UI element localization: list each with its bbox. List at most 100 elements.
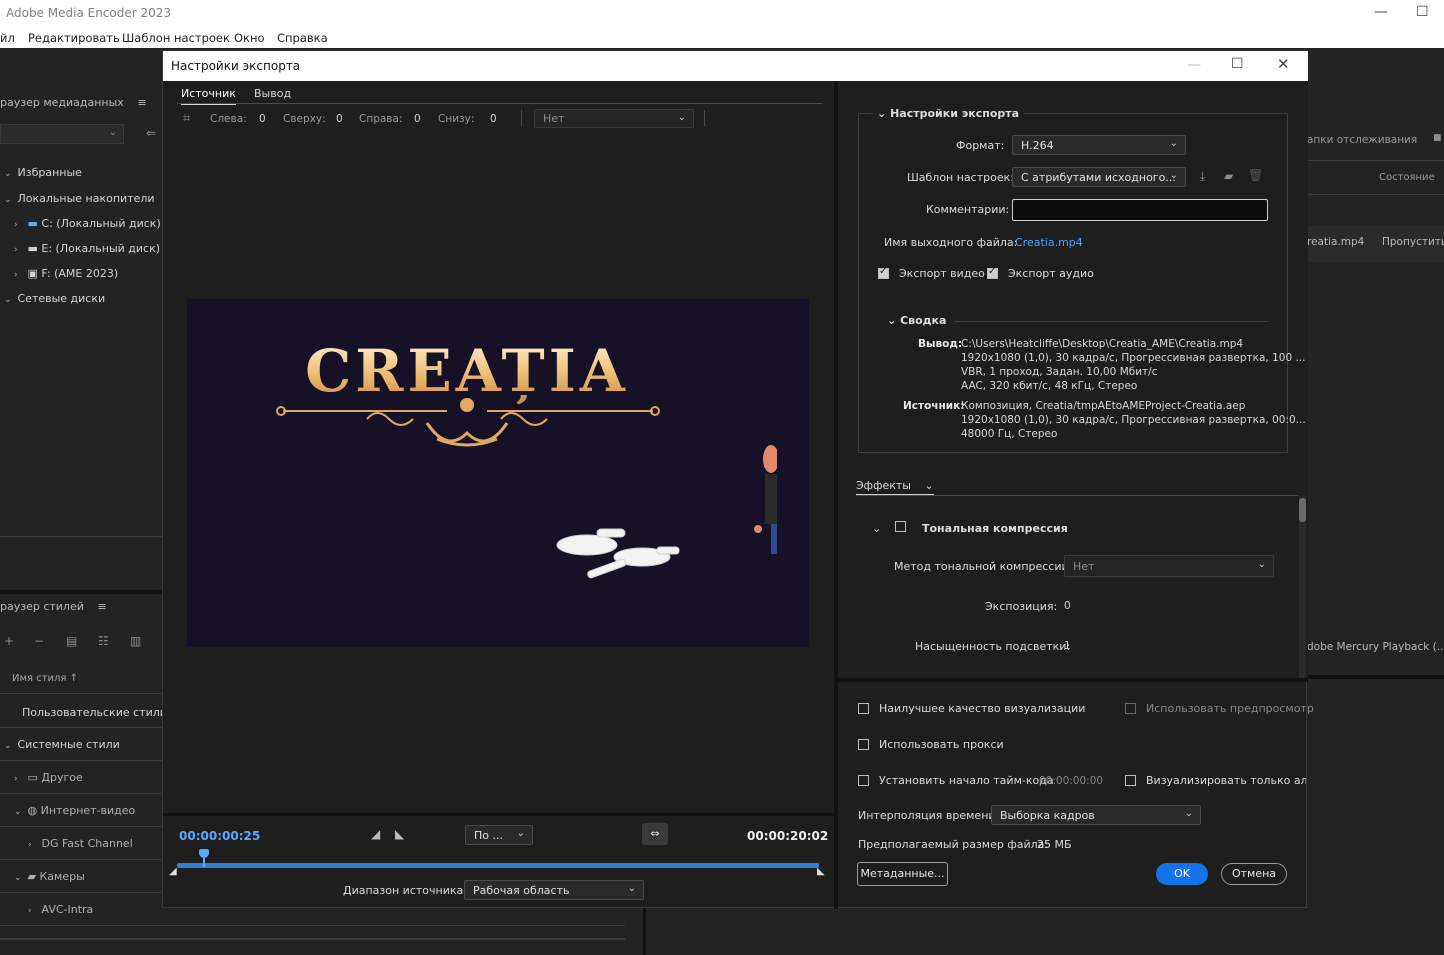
tree-other[interactable]: › ▭ Другое (14, 771, 83, 784)
use-previews-checkbox[interactable] (1125, 703, 1136, 714)
media-browser-path-dropdown[interactable]: ⌄ (0, 124, 124, 144)
ame-disc-icon: ▣ (27, 267, 38, 280)
import-icon[interactable]: ▥ (130, 634, 141, 648)
tree-web-video[interactable]: ⌄ ◍ Интернет-видео (14, 804, 135, 817)
start-timecode-checkbox[interactable] (858, 775, 869, 786)
status-header[interactable]: Состояние (1379, 172, 1435, 183)
alpha-only-checkbox[interactable] (1125, 775, 1136, 786)
divider (0, 826, 162, 827)
tree-dg-fast[interactable]: › DG Fast Channel (28, 837, 133, 850)
ok-button[interactable]: OK (1156, 863, 1208, 885)
watch-folders-tab[interactable]: апки отслеживания (1307, 134, 1417, 146)
panel-menu-icon[interactable]: ■ (1433, 133, 1442, 143)
highlight-value[interactable]: 1 (1064, 640, 1071, 652)
close-icon[interactable]: ✕ (1277, 55, 1290, 73)
effects-tab[interactable]: Эффекты ⌄ (856, 479, 934, 495)
source-range-dropdown[interactable]: Рабочая область ⌄ (464, 880, 644, 900)
tree-favorites[interactable]: ⌄ Избранные (4, 166, 82, 179)
panel-splitter[interactable] (643, 908, 646, 955)
summary-output-line: 1920x1080 (1,0), 30 кадра/с, Прогрессивн… (961, 352, 1306, 364)
delete-preset-icon[interactable]: 🗑 (1248, 168, 1263, 182)
start-timecode-value[interactable]: 00:00:00:00 (1039, 775, 1103, 787)
panel-splitter[interactable] (0, 590, 162, 594)
settings-icon[interactable]: ☷ (98, 634, 109, 648)
tree-network-drives[interactable]: ⌄ Сетевые диски (4, 292, 105, 305)
panel-splitter[interactable] (1307, 675, 1444, 679)
mark-in-icon[interactable]: ◢ (371, 827, 380, 841)
minimize-icon[interactable]: — (1374, 4, 1388, 20)
monitor-icon: ▭ (27, 771, 38, 784)
settings-scrollbar[interactable] (1299, 496, 1306, 678)
maximize-icon[interactable]: ☐ (1416, 4, 1429, 20)
aspect-toggle-icon[interactable]: ⇔ (642, 823, 668, 845)
comments-input[interactable] (1012, 199, 1268, 221)
scrollbar-track[interactable] (0, 938, 625, 940)
minimize-icon[interactable]: — (1187, 57, 1201, 73)
export-video-checkbox[interactable] (878, 266, 889, 279)
summary-header[interactable]: ⌄ Сводка (887, 314, 946, 327)
export-audio-checkbox[interactable] (987, 266, 998, 279)
summary-title: Сводка (900, 314, 947, 327)
time-interp-value: Выборка кадров (1000, 809, 1095, 822)
menu-edit[interactable]: Редактировать (28, 31, 120, 45)
mark-out-icon[interactable]: ◣ (395, 827, 404, 841)
max-quality-checkbox[interactable] (858, 703, 869, 714)
remove-icon[interactable]: − (34, 634, 44, 648)
panel-menu-icon[interactable]: ≡ (97, 600, 106, 613)
use-proxies-checkbox[interactable] (858, 739, 869, 750)
crop-left-value[interactable]: 0 (259, 113, 266, 125)
crop-right-value[interactable]: 0 (414, 113, 421, 125)
menu-file[interactable]: йл (0, 31, 15, 45)
zoom-fit-dropdown[interactable]: По ... ⌄ (465, 825, 533, 845)
tree-drive-c[interactable]: › ▬ C: (Локальный диск) (14, 217, 161, 230)
import-preset-icon[interactable]: ▰ (1224, 169, 1233, 183)
tree-drive-f[interactable]: › ▣ F: (AME 2023) (14, 267, 118, 280)
work-area-start-icon[interactable]: ◢ (169, 866, 177, 877)
chevron-down-icon: ⌄ (4, 195, 12, 205)
export-settings-header[interactable]: ⌄ Настройки экспорта (873, 107, 1024, 120)
tree-avc-intra[interactable]: › AVC-Intra (28, 903, 93, 916)
output-name-link[interactable]: Creatia.mp4 (1015, 236, 1083, 249)
tree-local-drives[interactable]: ⌄ Локальные накопители (4, 192, 155, 205)
crop-icon[interactable]: ⌗ (183, 111, 190, 126)
work-area-end-icon[interactable]: ◣ (817, 866, 825, 877)
menu-help[interactable]: Справка (277, 31, 328, 45)
tree-drive-e[interactable]: › ▬ E: (Локальный диск) (14, 242, 160, 255)
renderer-label[interactable]: dobe Mercury Playback (... (1307, 641, 1444, 653)
tab-output[interactable]: Вывод (254, 87, 291, 103)
menu-window[interactable]: Окно (234, 31, 265, 45)
tree-system-styles[interactable]: ⌄ Системные стили (4, 738, 120, 751)
queue-status[interactable]: Пропустить (1382, 236, 1444, 248)
tree-cameras[interactable]: ⌄ ▰ Камеры (14, 870, 85, 883)
save-preset-icon[interactable]: ⤓ (1200, 169, 1205, 184)
menu-preset[interactable]: Шаблон настроек (122, 31, 230, 45)
panel-splitter[interactable] (838, 678, 1308, 682)
metadata-button[interactable]: Метаданные... (857, 862, 948, 886)
exposure-value[interactable]: 0 (1064, 600, 1071, 612)
preset-dropdown[interactable]: С атрибутами исходного... ⌄ (1012, 167, 1186, 187)
add-icon[interactable]: + (4, 634, 14, 648)
panel-menu-icon[interactable]: ≡ (137, 96, 146, 109)
summary-output-line: C:\Users\Heatcliffe\Desktop\Creatia_AME\… (961, 338, 1244, 350)
maximize-icon[interactable]: ☐ (1231, 56, 1244, 72)
divider (0, 793, 162, 794)
crop-aspect-dropdown[interactable]: Нет ⌄ (534, 109, 694, 128)
queue-row[interactable]: reatia.mp4 Пропустить (1307, 226, 1444, 262)
tree-user-styles[interactable]: Пользовательские стили и (22, 706, 178, 719)
back-arrow-icon[interactable]: ⇐ (146, 126, 156, 140)
tone-method-dropdown[interactable]: Нет ⌄ (1064, 555, 1274, 577)
playhead[interactable] (198, 849, 209, 867)
tone-mapping-chevron-icon[interactable]: ⌄ (872, 522, 881, 535)
style-name-header[interactable]: Имя стиля ↑ (12, 673, 78, 684)
tree-web-label: Интернет-видео (40, 804, 136, 817)
crop-top-value[interactable]: 0 (336, 113, 343, 125)
group-icon[interactable]: ▤ (66, 634, 77, 648)
crop-bottom-value[interactable]: 0 (490, 113, 497, 125)
time-interp-dropdown[interactable]: Выборка кадров ⌄ (991, 805, 1201, 825)
timeline-track[interactable] (177, 849, 819, 868)
tone-mapping-checkbox[interactable] (895, 521, 906, 532)
crop-bottom-label: Снизу: (438, 113, 475, 125)
current-timecode[interactable]: 00:00:00:25 (179, 829, 260, 843)
cancel-button[interactable]: Отмена (1221, 863, 1287, 885)
format-dropdown[interactable]: H.264 ⌄ (1012, 135, 1186, 155)
